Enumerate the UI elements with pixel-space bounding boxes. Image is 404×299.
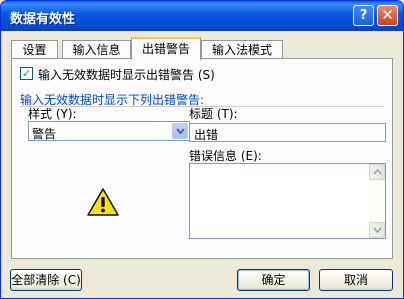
cancel-button[interactable]: 取消 <box>319 269 393 291</box>
tab-error-alert[interactable]: 出错警告 <box>131 37 201 60</box>
title-bar[interactable]: 数据有效性 ? ✕ <box>1 1 403 31</box>
tab-ime-mode[interactable]: 输入法模式 <box>201 40 283 59</box>
title-input[interactable]: 出错 <box>189 123 386 142</box>
ok-button[interactable]: 确定 <box>237 269 310 291</box>
help-button[interactable]: ? <box>353 5 374 26</box>
style-select[interactable]: 警告 <box>28 121 190 141</box>
tab-input-message[interactable]: 输入信息 <box>62 40 131 59</box>
clear-all-button[interactable]: 全部清除 (C) <box>10 269 82 291</box>
error-message-label: 错误信息 (E): <box>189 149 262 163</box>
show-error-checkbox-label[interactable]: 输入无效数据时显示出错警告 (S) <box>38 66 215 83</box>
chevron-down-icon[interactable] <box>172 123 188 139</box>
scroll-up-button[interactable] <box>369 164 385 180</box>
title-label: 标题 (T): <box>189 107 238 121</box>
warning-icon <box>87 188 119 216</box>
scroll-down-button[interactable] <box>369 222 385 238</box>
show-error-checkbox[interactable]: ✓ <box>20 67 33 80</box>
data-validation-dialog: 数据有效性 ? ✕ 设置 输入信息 出错警告 输入法模式 ✓ 输入无效数据时显示… <box>0 0 404 299</box>
tab-settings[interactable]: 设置 <box>11 40 58 59</box>
style-label: 样式 (Y): <box>28 107 77 121</box>
error-alert-panel: ✓ 输入无效数据时显示出错警告 (S) 输入无效数据时显示下列出错警告: 样式 … <box>11 58 393 259</box>
window-title: 数据有效性 <box>10 12 76 27</box>
close-button[interactable]: ✕ <box>377 5 398 26</box>
vertical-scrollbar[interactable] <box>369 164 385 238</box>
error-message-textarea[interactable] <box>189 163 386 239</box>
style-select-value: 警告 <box>32 127 57 141</box>
